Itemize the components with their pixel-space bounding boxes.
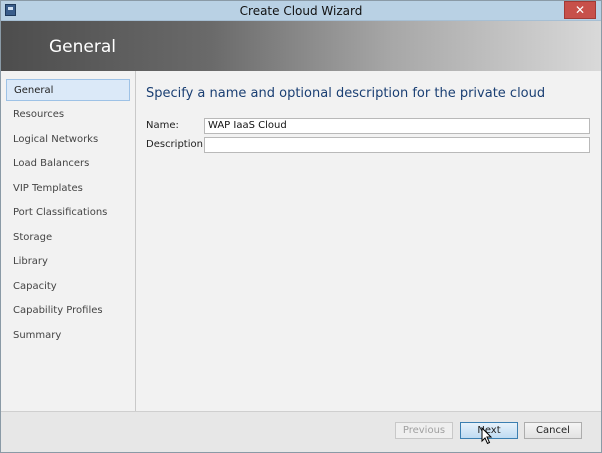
window-title: Create Cloud Wizard — [239, 4, 363, 18]
nav-item-summary[interactable]: Summary — [6, 325, 130, 347]
page-title: General — [49, 37, 116, 57]
nav-item-storage[interactable]: Storage — [6, 227, 130, 249]
cancel-button[interactable]: Cancel — [524, 422, 582, 439]
nav-item-vip-templates[interactable]: VIP Templates — [6, 178, 130, 200]
wizard-header: General — [1, 21, 601, 71]
wizard-steps-nav: General Resources Logical Networks Load … — [1, 71, 136, 411]
nav-item-resources[interactable]: Resources — [6, 104, 130, 126]
close-button[interactable]: ✕ — [564, 1, 596, 19]
title-bar: Create Cloud Wizard ✕ — [1, 1, 601, 21]
wizard-window: Create Cloud Wizard ✕ General General Re… — [0, 0, 602, 453]
nav-item-load-balancers[interactable]: Load Balancers — [6, 153, 130, 175]
main-panel: Specify a name and optional description … — [136, 71, 601, 411]
description-label: Description: — [146, 139, 207, 150]
name-input[interactable] — [204, 118, 590, 134]
wizard-footer: Previous Next Cancel — [1, 411, 601, 452]
previous-button[interactable]: Previous — [395, 422, 453, 439]
nav-item-port-classifications[interactable]: Port Classifications — [6, 202, 130, 224]
nav-item-capability-profiles[interactable]: Capability Profiles — [6, 300, 130, 322]
mouse-cursor-icon — [481, 427, 493, 445]
nav-item-general[interactable]: General — [6, 79, 130, 101]
nav-item-library[interactable]: Library — [6, 251, 130, 273]
nav-item-logical-networks[interactable]: Logical Networks — [6, 129, 130, 151]
name-label: Name: — [146, 120, 179, 131]
nav-item-capacity[interactable]: Capacity — [6, 276, 130, 298]
section-heading: Specify a name and optional description … — [146, 86, 546, 101]
description-input[interactable] — [204, 137, 590, 153]
